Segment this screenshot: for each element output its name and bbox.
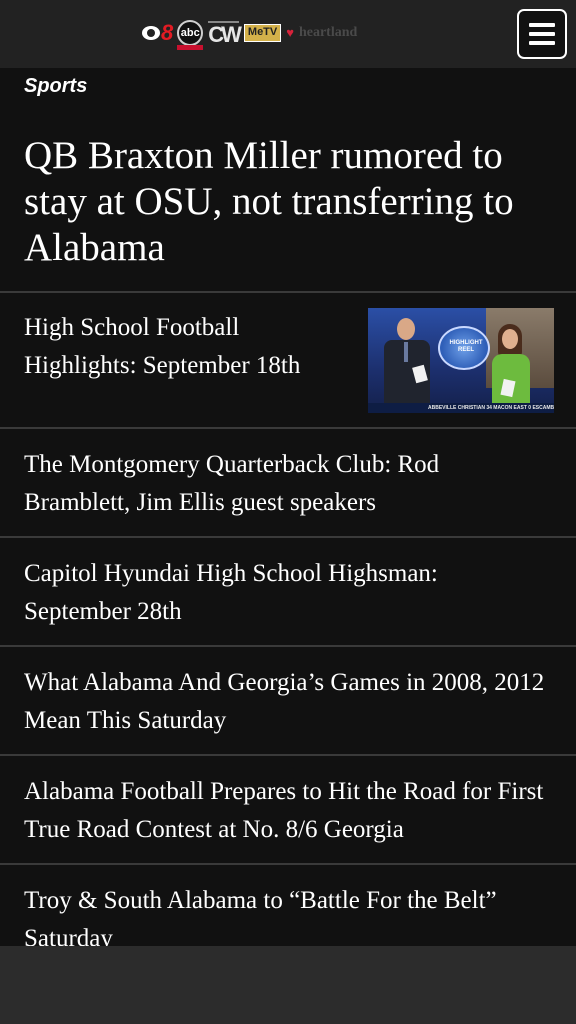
- divider: [0, 536, 576, 538]
- heart-icon: ♥: [286, 25, 294, 40]
- story-title[interactable]: High School Football Highlights: Septemb…: [24, 309, 354, 385]
- hamburger-menu-icon-bar: [529, 41, 555, 45]
- menu-button[interactable]: [517, 9, 567, 59]
- cw-logo: CW: [208, 20, 242, 47]
- hamburger-menu-icon: [529, 23, 555, 27]
- story-title[interactable]: What Alabama And Georgia’s Games in 2008…: [24, 664, 564, 740]
- divider: [0, 863, 576, 865]
- footer-strip: [0, 946, 576, 1024]
- divider: [0, 291, 576, 293]
- hamburger-menu-icon-bar: [529, 32, 555, 36]
- story-title[interactable]: Capitol Hyundai High School Highsman: Se…: [24, 555, 544, 631]
- abc-logo: abc: [177, 20, 204, 50]
- section-label[interactable]: Sports: [24, 75, 87, 98]
- story-title[interactable]: Troy & South Alabama to “Battle For the …: [24, 882, 569, 946]
- female-anchor-figure: [488, 324, 536, 413]
- article-list: Sports QB Braxton Miller rumored to stay…: [0, 68, 576, 946]
- heartland-logo: heartland: [298, 25, 358, 40]
- channel-8-logo: 8: [142, 20, 173, 46]
- score-ticker: ABBEVILLE CHRISTIAN 34 MACON EAST 0 ESCA…: [368, 403, 554, 413]
- lead-story-title[interactable]: QB Braxton Miller rumored to stay at OSU…: [24, 133, 564, 271]
- station-logos[interactable]: 8 abc CW MeTV ♥ heartland: [142, 17, 442, 50]
- cbs-eye-icon: [142, 26, 160, 40]
- divider: [0, 754, 576, 756]
- highlight-reel-graphic: HIGHLIGHT REEL: [438, 326, 490, 370]
- story-thumbnail[interactable]: HIGHLIGHT REEL ABBEVILLE CHRISTIAN 34 MA…: [368, 308, 554, 413]
- divider: [0, 645, 576, 647]
- site-header: 8 abc CW MeTV ♥ heartland: [0, 0, 576, 68]
- divider: [0, 427, 576, 429]
- metv-logo: MeTV: [243, 24, 282, 42]
- male-anchor-figure: [382, 318, 432, 413]
- story-title[interactable]: Alabama Football Prepares to Hit the Roa…: [24, 773, 564, 849]
- story-title[interactable]: The Montgomery Quarterback Club: Rod Bra…: [24, 446, 544, 522]
